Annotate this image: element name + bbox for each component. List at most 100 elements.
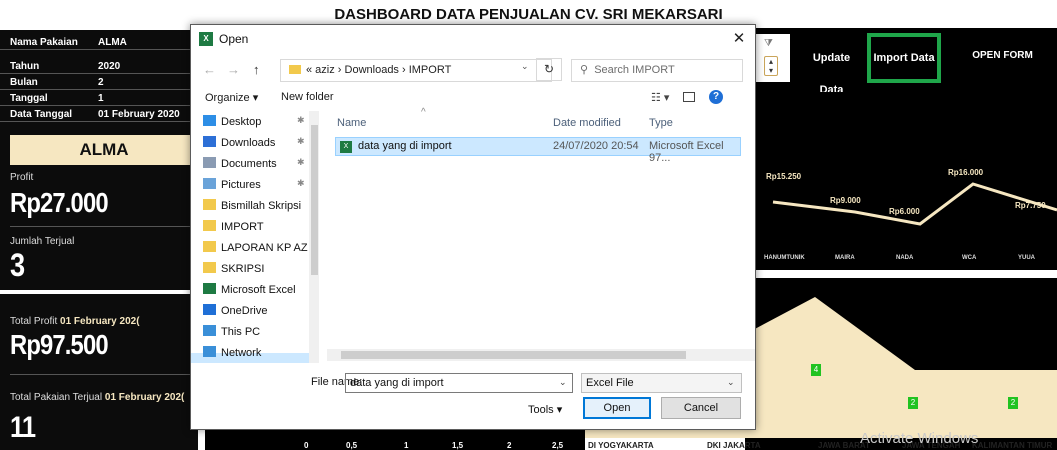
refresh-button[interactable]: ↻: [536, 58, 562, 81]
new-folder-button[interactable]: New folder: [281, 91, 334, 103]
nav-item-label: SKRIPSI: [221, 263, 265, 275]
pin-icon: ✱: [297, 136, 305, 146]
desktop-icon: [203, 115, 216, 126]
search-placeholder: Search IMPORT: [594, 64, 675, 76]
open-button[interactable]: Open: [583, 397, 651, 419]
folder-icon: [203, 241, 216, 252]
line-chart: [745, 92, 1057, 270]
navigation-bar: ← → ↑ « aziz › Downloads › IMPORT ⌄ ↻ ⚲ …: [191, 55, 755, 85]
nav-item[interactable]: OneDrive: [203, 304, 313, 324]
view-options-icon[interactable]: ☷ ▾: [651, 91, 669, 104]
total-sold-label: Total Pakaian Terjual: [10, 392, 103, 403]
chevron-down-icon[interactable]: ⌄: [727, 377, 735, 388]
file-name: data yang di import: [358, 140, 452, 152]
nav-item-label: OneDrive: [221, 305, 268, 317]
chevron-down-icon[interactable]: ⌄: [559, 377, 567, 388]
data-label: Rp7.750: [1015, 201, 1046, 210]
divider: [745, 270, 1057, 278]
excel-icon: [203, 283, 216, 294]
nav-item[interactable]: Desktop ✱: [203, 115, 313, 135]
update-data-button[interactable]: Update Data: [800, 42, 863, 96]
tools-menu[interactable]: Tools ▾: [528, 403, 562, 416]
data-label: 2: [1008, 397, 1018, 409]
pictures-icon: [203, 178, 216, 189]
file-name-input[interactable]: data yang di import: [345, 373, 573, 393]
document-icon: [203, 157, 216, 168]
download-icon: [203, 136, 216, 147]
sort-arrow-icon: ^: [421, 107, 426, 118]
sold-label: Jumlah Terjual: [10, 236, 75, 247]
total-profit-label: Total Profit: [10, 316, 58, 327]
region-label: DI YOGYAKARTA: [588, 441, 654, 450]
info-row: Tanggal 1: [0, 92, 198, 106]
profit-label: Profit: [10, 172, 34, 183]
category-label: YUUA: [1018, 255, 1036, 261]
nav-item[interactable]: Pictures ✱: [203, 178, 313, 198]
pin-icon: ✱: [297, 157, 305, 167]
command-bar: Organize ▾ New folder ☷ ▾ ?: [191, 87, 755, 109]
column-header-date[interactable]: Date modified: [553, 117, 621, 129]
nav-item[interactable]: Downloads ✱: [203, 136, 313, 156]
excel-icon: X: [199, 32, 213, 46]
data-label: Rp6.000: [889, 207, 920, 216]
network-icon: [203, 346, 216, 357]
divider: [10, 226, 198, 227]
help-icon[interactable]: ?: [709, 90, 723, 104]
nav-scrollbar-thumb[interactable]: [311, 125, 318, 275]
nav-item-label: Documents: [221, 158, 277, 170]
sold-card: Jumlah Terjual 3: [10, 236, 198, 284]
region-label: DKI JAKARTA: [707, 441, 761, 450]
search-input[interactable]: ⚲ Search IMPORT: [571, 59, 743, 82]
organize-button[interactable]: Organize ▾: [205, 91, 258, 104]
nav-item[interactable]: Network: [203, 346, 313, 363]
forward-arrow-icon[interactable]: →: [227, 62, 240, 77]
spinner-control[interactable]: ▴ ▾: [764, 56, 778, 76]
back-arrow-icon[interactable]: ←: [203, 62, 216, 77]
nav-item[interactable]: Documents ✱: [203, 157, 313, 177]
cancel-button[interactable]: Cancel: [661, 397, 741, 419]
excel-file-icon: X: [340, 141, 352, 153]
data-label: Rp9.000: [830, 196, 861, 205]
clear-filter-icon[interactable]: ⧩: [764, 38, 773, 49]
info-row: Data Tanggal 01 February 2020: [0, 108, 198, 122]
info-value: 1: [98, 93, 104, 104]
info-value: 2020: [98, 61, 121, 72]
column-header-type[interactable]: Type: [649, 117, 673, 129]
profit-value: Rp27.000: [10, 187, 109, 218]
up-arrow-icon[interactable]: ↑: [253, 62, 260, 77]
nav-item[interactable]: LAPORAN KP AZ: [203, 241, 313, 261]
close-button[interactable]: ✕: [725, 28, 753, 50]
chevron-down-icon[interactable]: ⌄: [521, 61, 529, 72]
address-bar[interactable]: « aziz › Downloads › IMPORT: [280, 59, 552, 82]
tick-label: 2: [507, 441, 512, 450]
nav-item-label: Network: [221, 347, 262, 359]
info-key: Tanggal: [10, 93, 48, 104]
folder-icon: [203, 262, 216, 273]
column-header-name[interactable]: Name: [337, 117, 366, 129]
open-form-button[interactable]: OPEN FORM: [948, 34, 1057, 82]
nav-item-label: Desktop: [221, 116, 262, 128]
horizontal-scrollbar-thumb[interactable]: [341, 351, 686, 359]
file-type-select[interactable]: Excel File: [581, 373, 742, 393]
file-row[interactable]: X data yang di import 24/07/2020 20:54 M…: [335, 137, 741, 164]
nav-item[interactable]: SKRIPSI: [203, 262, 313, 282]
preview-pane-icon[interactable]: [683, 92, 695, 102]
nav-item-label: Bismillah Skripsi: [221, 200, 302, 212]
nav-item[interactable]: This PC: [203, 325, 313, 345]
nav-item[interactable]: IMPORT: [203, 220, 313, 240]
info-key: Bulan: [10, 77, 38, 88]
nav-item[interactable]: Microsoft Excel: [203, 283, 313, 303]
category-label: WCA: [962, 255, 977, 261]
nav-item-label: IMPORT: [221, 221, 264, 233]
nav-item[interactable]: Bismillah Skripsi: [203, 199, 313, 219]
data-label: Rp15.250: [766, 172, 802, 181]
info-value: 01 February 2020: [98, 109, 180, 120]
navigation-pane: Desktop ✱ Downloads ✱ Documents ✱ Pictures ✱ Bis…: [191, 111, 319, 363]
file-list: ^ Name Date modified Type X data yang di…: [327, 107, 755, 363]
category-label: HANUMTUNIK: [764, 255, 805, 261]
folder-icon: [203, 220, 216, 231]
sold-value: 3: [10, 247, 25, 283]
tick-label: 2,5: [552, 441, 564, 450]
import-data-button[interactable]: Import Data: [867, 33, 941, 83]
profit-card: Profit Rp27.000: [10, 172, 198, 219]
